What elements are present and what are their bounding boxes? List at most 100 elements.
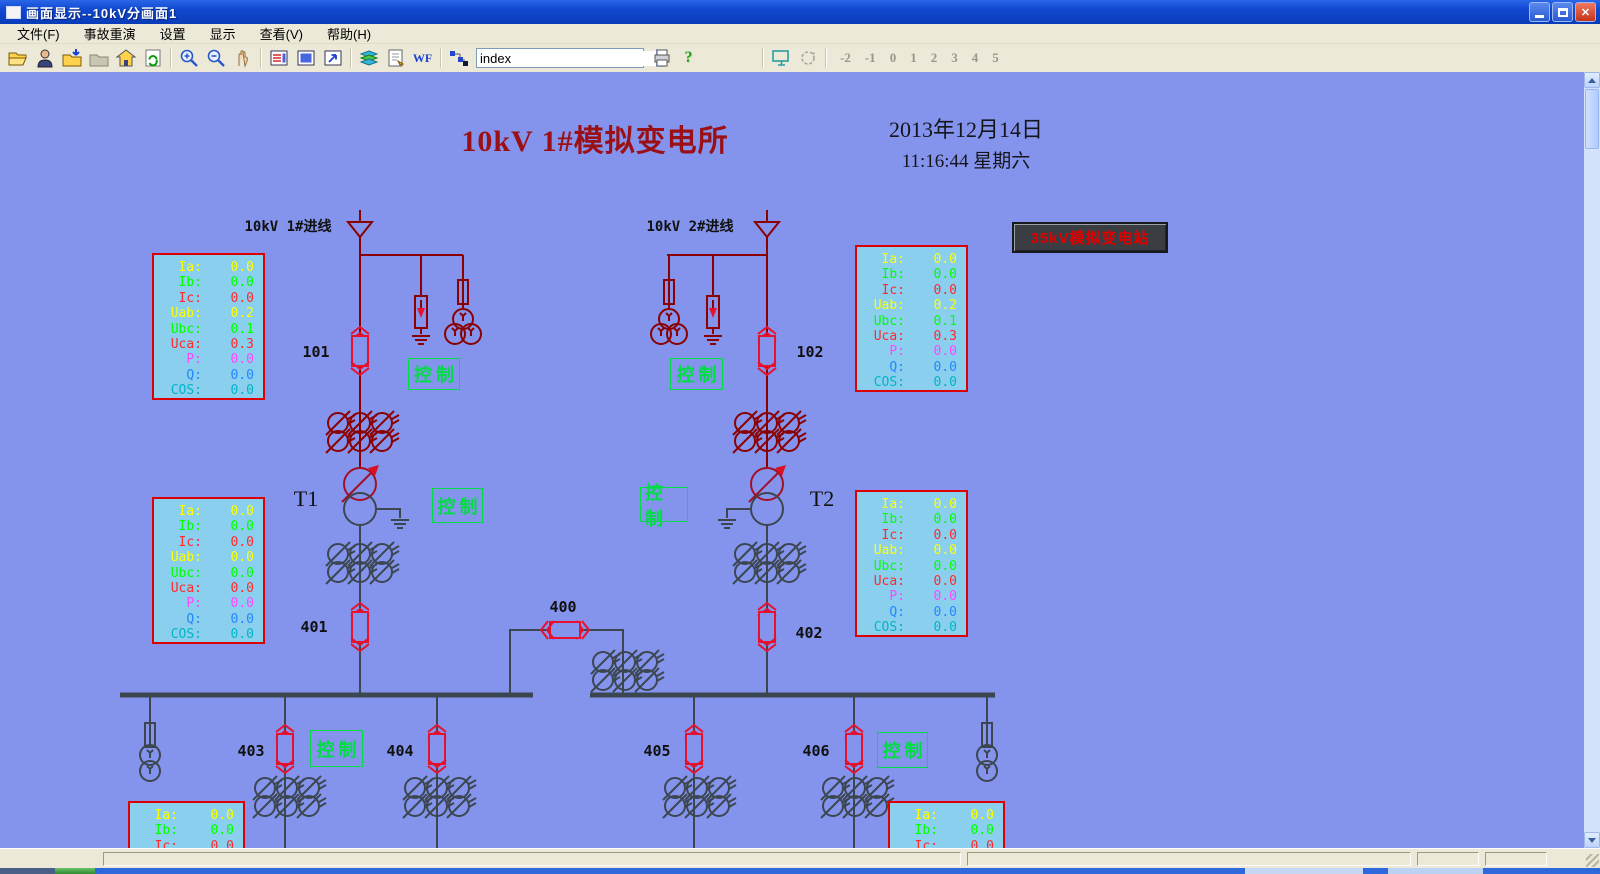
measurement-row: P:0.0 (859, 344, 957, 359)
measurement-row: P:0.0 (156, 596, 254, 611)
properties-icon[interactable] (383, 46, 408, 70)
measurement-row: Ubc:0.0 (859, 559, 957, 574)
breaker-102-label: 102 (796, 343, 823, 361)
home-icon[interactable] (113, 46, 138, 70)
measurement-row: Q:0.0 (859, 605, 957, 620)
close-button[interactable]: ✕ (1575, 2, 1596, 22)
menu-settings[interactable]: 设置 (151, 23, 195, 44)
breaker-101[interactable] (351, 327, 369, 375)
t1-label: T1 (294, 486, 318, 511)
scrollbar-thumb[interactable] (1585, 89, 1599, 149)
measurement-row: Ubc:0.1 (156, 322, 254, 337)
taskbar-window-button[interactable] (1245, 868, 1363, 874)
view-list-icon[interactable] (266, 46, 291, 70)
control-button-403[interactable]: 控制 (310, 730, 363, 767)
measurement-row: Uab:0.2 (859, 298, 957, 313)
measurement-panel-bottom-left: Ia:0.0Ib:0.0Ic:0.0 (128, 801, 245, 848)
scroll-up-button[interactable] (1584, 72, 1600, 88)
maximize-button[interactable] (1552, 2, 1573, 22)
transformer-t2[interactable] (718, 465, 786, 528)
menu-display[interactable]: 显示 (201, 23, 245, 44)
help-icon[interactable]: ? (676, 46, 701, 70)
measurement-row: Ic:0.0 (156, 291, 254, 306)
zoom-level-1: 1 (910, 50, 917, 66)
scroll-down-button[interactable] (1584, 832, 1600, 848)
breaker-101-label: 101 (302, 343, 329, 361)
measurement-row: COS:0.0 (156, 383, 254, 398)
control-button-t2[interactable]: 控制 (640, 487, 688, 522)
menu-view[interactable]: 查看(V) (251, 23, 312, 44)
zoom-in-icon[interactable] (176, 46, 201, 70)
monitor-disabled-icon (768, 46, 793, 70)
view-panel-icon[interactable] (293, 46, 318, 70)
diagram-labels: 10kV 1#进线 10kV 2#进线 101 102 400 401 402 … (237, 218, 834, 760)
measurement-row: Uab:0.0 (156, 550, 254, 565)
breaker-402-label: 402 (795, 624, 822, 642)
node-tree-icon[interactable] (446, 46, 471, 70)
save-to-folder-icon[interactable] (59, 46, 84, 70)
breaker-403[interactable] (276, 725, 294, 773)
date-text: 2013年12月14日 (856, 112, 1076, 144)
measurement-panel-incoming-1: Ia:0.0Ib:0.0Ic:0.0Uab:0.2Ubc:0.1Uca:0.3P… (152, 253, 265, 400)
measurement-row: Ib:0.0 (892, 823, 994, 838)
menu-help[interactable]: 帮助(H) (318, 23, 380, 44)
measurement-row: Uca:0.3 (156, 337, 254, 352)
measurement-row: Ic:0.0 (132, 839, 234, 848)
resize-grip[interactable] (1586, 854, 1599, 867)
status-pane-1 (103, 852, 961, 866)
control-button-102[interactable]: 控制 (670, 358, 723, 390)
current-transformer-group (591, 650, 664, 692)
start-button-fragment[interactable] (55, 868, 95, 874)
taskbar-window-button[interactable] (1388, 868, 1483, 874)
open-icon[interactable] (5, 46, 30, 70)
measurement-panel-transformer-2: Ia:0.0Ib:0.0Ic:0.0Uab:0.0Ubc:0.0Uca:0.0P… (855, 490, 968, 637)
screen-selector-value[interactable] (477, 51, 656, 66)
layers-icon[interactable] (356, 46, 381, 70)
current-transformer-group (403, 776, 476, 818)
breaker-102[interactable] (758, 327, 776, 375)
measurement-row: Ia:0.0 (892, 808, 994, 823)
refresh-icon[interactable] (140, 46, 165, 70)
breaker-401[interactable] (351, 603, 369, 651)
measurement-row: COS:0.0 (859, 375, 957, 390)
measurement-row: Uca:0.0 (156, 581, 254, 596)
breaker-404[interactable] (428, 725, 446, 773)
minimize-button[interactable] (1529, 2, 1550, 22)
screen-selector-combobox[interactable] (476, 48, 644, 68)
zoom-level-buttons: -2 -1 0 1 2 3 4 5 (840, 50, 999, 66)
zoom-out-icon[interactable] (203, 46, 228, 70)
breaker-400-bus-tie[interactable] (541, 621, 589, 639)
workspace: 10kV 1#进线 10kV 2#进线 101 102 400 401 402 … (0, 72, 1600, 848)
measurement-row: Q:0.0 (156, 368, 254, 383)
user-icon[interactable] (32, 46, 57, 70)
print-icon[interactable] (649, 46, 674, 70)
control-button-101[interactable]: 控制 (408, 358, 460, 390)
scrollbar-track[interactable] (1584, 150, 1600, 832)
transformer-t1[interactable] (342, 465, 409, 528)
measurement-row: P:0.0 (859, 589, 957, 604)
ground-icon (704, 336, 722, 344)
goto-35kv-station-button[interactable]: 35kV模拟变电站 (1012, 222, 1168, 253)
line-terminal-icon (755, 222, 779, 237)
pan-hand-icon[interactable] (230, 46, 255, 70)
breaker-402[interactable] (758, 603, 776, 651)
t2-label: T2 (810, 486, 834, 511)
measurement-row: Ubc:0.1 (859, 314, 957, 329)
control-button-406[interactable]: 控制 (877, 732, 928, 768)
view-window-icon[interactable] (320, 46, 345, 70)
ground-icon (412, 336, 430, 344)
menu-file[interactable]: 文件(F) (8, 23, 69, 44)
wf-icon[interactable]: WF (410, 46, 435, 70)
zoom-level-4: 4 (972, 50, 979, 66)
diagram-canvas: 10kV 1#进线 10kV 2#进线 101 102 400 401 402 … (0, 72, 1584, 848)
vertical-scrollbar[interactable] (1584, 72, 1600, 848)
current-transformer-group (733, 542, 806, 584)
breaker-406[interactable] (845, 725, 863, 773)
breaker-405[interactable] (685, 725, 703, 773)
control-button-t1[interactable]: 控制 (432, 488, 483, 523)
measurement-row: Q:0.0 (156, 612, 254, 627)
menu-incident-replay[interactable]: 事故重演 (75, 23, 145, 44)
toolbar: WF ? -2 -1 0 1 2 3 4 5 (0, 44, 1600, 72)
surge-arrester-icon (707, 296, 719, 334)
window-title: 画面显示--10kV分画面1 (26, 3, 177, 22)
